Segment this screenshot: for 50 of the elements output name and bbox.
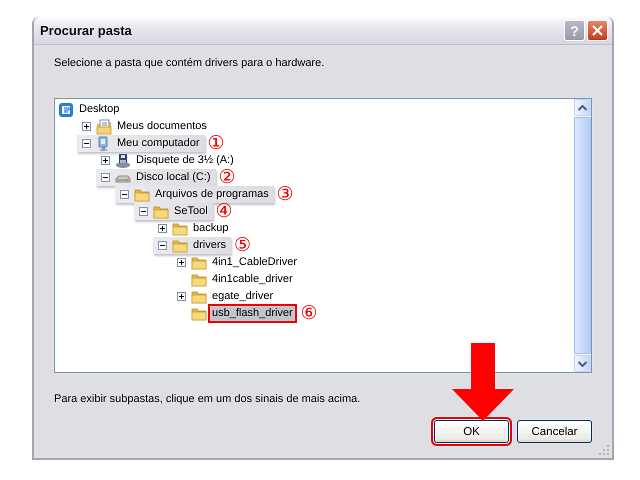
step-number: ② (218, 169, 236, 186)
collapse-toggle[interactable] (82, 139, 91, 148)
documents-folder-icon (96, 118, 112, 134)
step-number: ⑥ (300, 305, 318, 322)
dialog-button[interactable]: OK (434, 420, 509, 443)
resize-grip-icon[interactable] (598, 444, 610, 456)
close-button[interactable] (587, 20, 608, 41)
tree-item[interactable]: 4in1cable_driver (210, 272, 295, 287)
step-number: ③ (276, 186, 294, 203)
collapse-toggle[interactable] (139, 207, 148, 216)
folder-icon (191, 288, 207, 304)
tree-item[interactable]: Meus documentos (115, 119, 209, 134)
desktop-icon (58, 102, 74, 118)
folder-icon (153, 204, 169, 220)
step-number: ④ (216, 203, 233, 220)
expand-toggle[interactable] (82, 122, 91, 131)
step-number: ⑤ (234, 237, 252, 254)
dialog-button[interactable]: Cancelar (517, 420, 592, 443)
tree-item[interactable]: Disco local (C:) (134, 170, 213, 185)
instruction-text: Selecione a pasta que contém drivers para o hardware. (54, 57, 326, 71)
tree-item[interactable]: SeTool (172, 204, 210, 219)
tree-item[interactable]: Meu computador (115, 136, 202, 151)
expand-toggle[interactable] (177, 292, 186, 301)
tree-item[interactable]: Disquete de 3½ (A:) (134, 153, 236, 168)
folder-icon (191, 306, 207, 322)
close-icon (591, 24, 604, 37)
folder-icon (191, 272, 207, 288)
collapse-toggle[interactable] (101, 173, 110, 182)
scroll-up-button[interactable] (574, 99, 591, 116)
expand-toggle[interactable] (177, 258, 186, 267)
collapse-toggle[interactable] (158, 241, 167, 250)
folder-icon (134, 186, 150, 202)
tree-item[interactable]: egate_driver (210, 289, 276, 304)
tree-item[interactable]: Desktop (77, 102, 122, 117)
tree-item[interactable]: Arquivos de programas (153, 187, 271, 202)
tree-item[interactable]: 4in1_CableDriver (210, 255, 299, 270)
window-title: Procurar pasta (40, 23, 133, 38)
folder-icon (191, 254, 207, 270)
scroll-down-button[interactable] (574, 355, 591, 372)
tree-item[interactable]: usb_flash_driver (210, 306, 295, 321)
expand-toggle[interactable] (101, 156, 110, 165)
step-number: ① (208, 135, 225, 152)
floppy-drive-icon (115, 152, 131, 168)
folder-icon (172, 220, 188, 236)
tree-item[interactable]: backup (191, 221, 230, 236)
folder-icon (172, 238, 188, 254)
collapse-toggle[interactable] (120, 190, 129, 199)
expand-toggle[interactable] (158, 224, 167, 233)
hint-text: Para exibir subpastas, clique em um dos sinais de mais acima. (54, 393, 362, 407)
tree-item[interactable]: drivers (191, 238, 228, 253)
